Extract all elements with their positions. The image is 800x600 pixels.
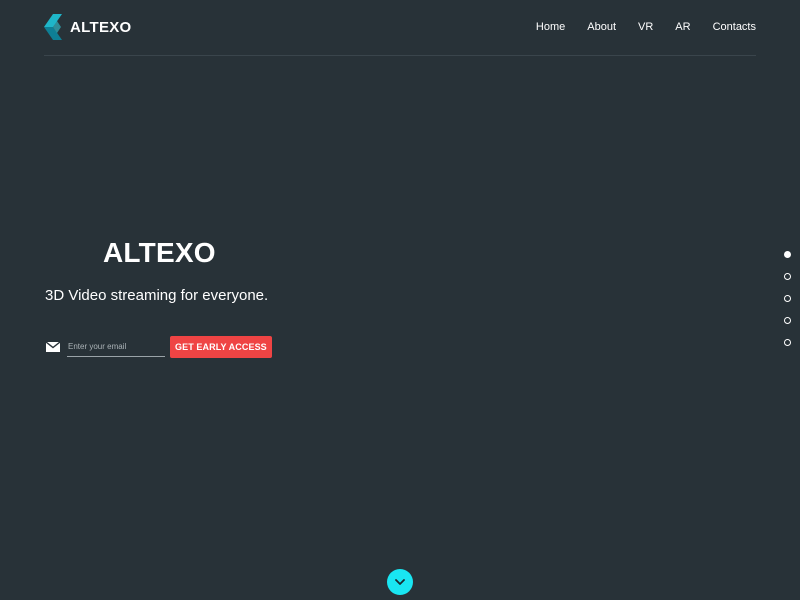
scroll-down-button[interactable]: [387, 569, 413, 595]
get-early-access-button[interactable]: GET EARLY ACCESS: [170, 336, 272, 358]
nav-item-home[interactable]: Home: [536, 21, 565, 33]
nav-item-vr[interactable]: VR: [638, 21, 653, 33]
chevron-down-icon: [395, 578, 405, 585]
altexo-logo-icon: [44, 14, 62, 40]
mail-icon: [46, 342, 60, 352]
hero-title: ALTEXO: [103, 237, 216, 268]
nav-item-contacts[interactable]: Contacts: [713, 21, 756, 33]
brand-name: ALTEXO: [70, 18, 132, 36]
pagination-dot-2[interactable]: [784, 273, 791, 280]
section-pagination: [784, 251, 791, 361]
nav-item-ar[interactable]: AR: [675, 21, 690, 33]
email-input[interactable]: [67, 337, 165, 357]
pagination-dot-4[interactable]: [784, 317, 791, 324]
pagination-dot-3[interactable]: [784, 295, 791, 302]
brand[interactable]: ALTEXO: [44, 14, 132, 40]
pagination-dot-1[interactable]: [784, 251, 791, 258]
main-nav: Home About VR AR Contacts: [536, 21, 756, 33]
nav-item-about[interactable]: About: [587, 21, 616, 33]
signup-form: GET EARLY ACCESS: [46, 336, 272, 358]
landing-page: ALTEXO Home About VR AR Contacts ALTEXO …: [0, 0, 800, 600]
pagination-dot-5[interactable]: [784, 339, 791, 346]
hero-subtitle: 3D Video streaming for everyone.: [45, 287, 269, 304]
header: ALTEXO Home About VR AR Contacts: [44, 0, 756, 56]
